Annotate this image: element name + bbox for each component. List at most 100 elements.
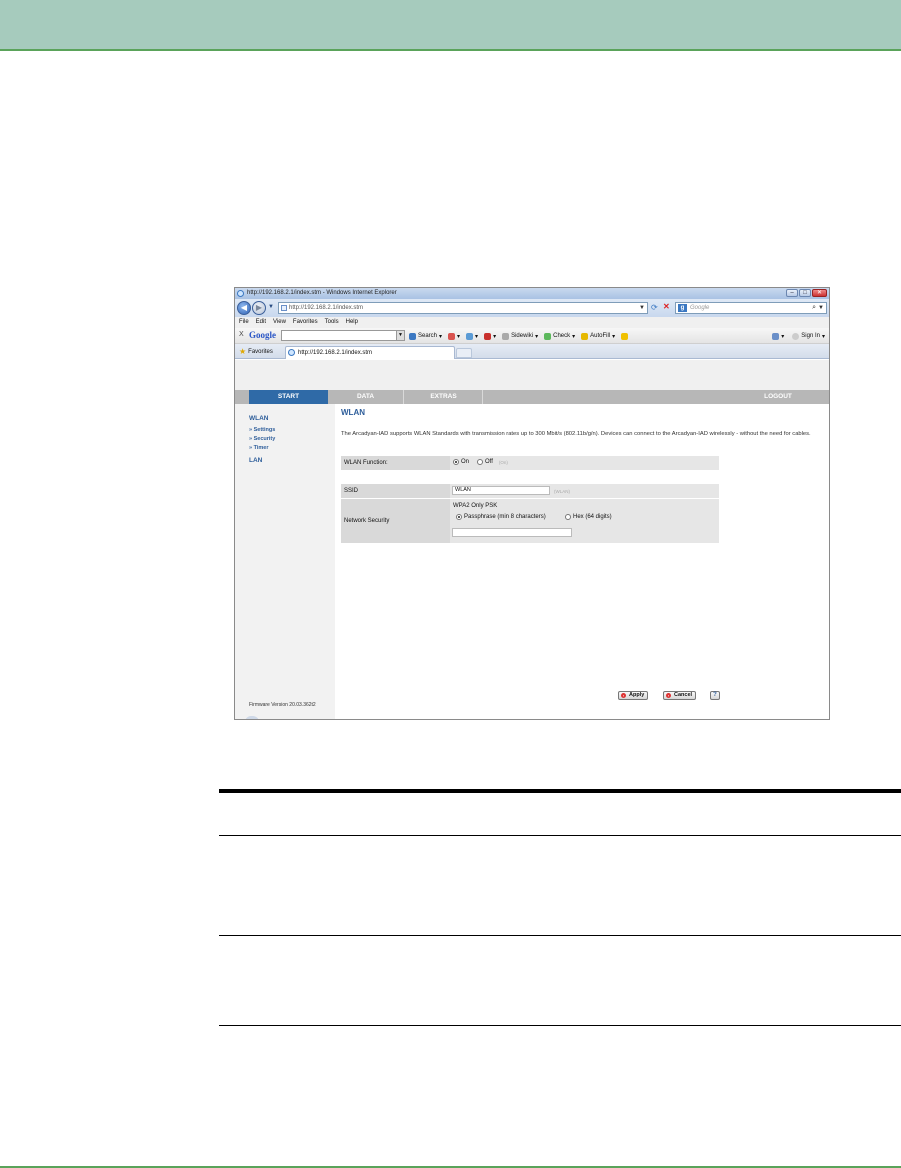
sidebar-item-wlan[interactable]: WLAN	[249, 415, 269, 422]
hex-label: Hex (64 digits)	[573, 514, 612, 520]
passphrase-option[interactable]: Passphrase (min 8 characters)	[456, 514, 546, 520]
page-icon	[281, 305, 287, 311]
google-toolbar-right: ▾ Sign In ▾	[772, 328, 825, 344]
search-icon[interactable]: ⌕	[812, 303, 816, 313]
router-banner	[235, 360, 829, 390]
sidebar-item-settings[interactable]: » Settings	[249, 427, 275, 433]
nav-start[interactable]: START	[249, 390, 328, 404]
apply-button[interactable]: › Apply	[618, 691, 649, 700]
sidebar-item-lan[interactable]: LAN	[249, 457, 262, 464]
minimize-icon[interactable]: –	[786, 289, 798, 297]
nav-data[interactable]: DATA	[328, 390, 404, 404]
browser-screenshot: http://192.168.2.1/index.stm - Windows I…	[234, 287, 830, 720]
page-description: The Arcadyan-IAD supports WLAN Standards…	[341, 431, 811, 437]
page-title: WLAN	[341, 408, 365, 417]
chevron-down-icon: ▾	[439, 333, 443, 340]
window-title: http://192.168.2.1/index.stm - Windows I…	[247, 290, 397, 296]
toolbar-search-button[interactable]: Search ▾	[409, 332, 443, 340]
toolbar-pencil-button[interactable]	[621, 332, 629, 340]
nav-extras[interactable]: EXTRAS	[405, 390, 483, 404]
refresh-icon[interactable]: ⟳	[651, 303, 658, 312]
tab-title: http://192.168.2.1/index.stm	[298, 350, 373, 356]
toolbar-signin-label: Sign In	[801, 333, 820, 339]
wlan-off-option[interactable]: Off (On)	[477, 459, 508, 465]
wlan-on-option[interactable]: On	[453, 459, 469, 465]
router-top-nav: START DATA EXTRAS LOGOUT	[235, 390, 829, 404]
browser-search-input[interactable]: g Google ⌕ ▼	[675, 302, 827, 314]
security-mode: WPA2 Only PSK	[453, 503, 498, 509]
search-dropdown-icon[interactable]: ▼	[818, 303, 824, 313]
document-header-band	[0, 0, 901, 51]
nav-logout[interactable]: LOGOUT	[743, 390, 813, 404]
menu-view[interactable]: View	[273, 317, 286, 328]
wrench-icon	[772, 332, 780, 340]
toolbar-sidewiki-button[interactable]: Sidewiki ▾	[502, 332, 538, 340]
history-dropdown-icon[interactable]: ▼	[268, 304, 274, 310]
table-rule	[219, 1025, 901, 1026]
wlan-off-radio[interactable]	[477, 459, 483, 465]
firmware-version: Firmware Version 20.03.362t2	[249, 702, 316, 708]
maximize-icon[interactable]: □	[799, 289, 811, 297]
ssid-label: SSID	[344, 488, 359, 494]
network-security-value: WPA2 Only PSK Passphrase (min 8 characte…	[450, 499, 719, 543]
sidebar-item-timer[interactable]: » Timer	[249, 445, 268, 451]
toolbar-input-dropdown-icon[interactable]: ▼	[396, 331, 404, 340]
toolbar-signin-button[interactable]: Sign In ▾	[792, 332, 825, 340]
menu-file[interactable]: File	[239, 317, 249, 328]
stop-icon[interactable]: ✕	[663, 302, 670, 311]
close-icon[interactable]: ✕	[812, 289, 827, 297]
ssid-input[interactable]: WLAN	[452, 486, 550, 495]
window-controls: – □ ✕	[786, 289, 827, 297]
menu-help[interactable]: Help	[346, 317, 358, 328]
sidebar-item-security[interactable]: » Security	[249, 436, 275, 442]
wlan-on-radio[interactable]	[453, 459, 459, 465]
tab-index[interactable]: http://192.168.2.1/index.stm	[285, 346, 455, 359]
chevron-down-icon: ▾	[493, 333, 497, 340]
translate-icon	[466, 332, 474, 340]
ssid-row: SSID WLAN (WLAN)	[341, 484, 719, 498]
status-bar-icon	[245, 716, 259, 719]
tab-bar: ★ Favorites http://192.168.2.1/index.stm	[235, 344, 829, 359]
toolbar-close-icon[interactable]: X	[239, 331, 244, 338]
new-tab-button[interactable]	[456, 348, 472, 358]
google-toolbar-input[interactable]: ▼	[281, 330, 405, 341]
ie-page-icon	[288, 349, 295, 356]
apply-label: Apply	[629, 692, 645, 698]
table-rule	[219, 935, 901, 936]
passphrase-radio[interactable]	[456, 514, 462, 520]
network-security-label: Network Security	[344, 518, 390, 524]
cancel-button[interactable]: › Cancel	[663, 691, 697, 700]
chevron-down-icon: ▾	[821, 333, 825, 340]
back-arrow-icon[interactable]: ◀	[237, 301, 251, 315]
address-dropdown-icon[interactable]: ▼	[639, 303, 645, 313]
star-icon: ★	[239, 347, 247, 356]
wlan-function-value: On Off (On)	[450, 456, 719, 470]
window-titlebar: http://192.168.2.1/index.stm - Windows I…	[235, 288, 829, 299]
hex-radio[interactable]	[565, 514, 571, 520]
toolbar-bookmark-button[interactable]: ▾	[484, 332, 497, 340]
toolbar-share-button[interactable]: ▾	[448, 332, 460, 340]
menu-favorites[interactable]: Favorites	[293, 317, 318, 328]
chevron-down-icon: ▾	[781, 333, 785, 340]
toolbar-autofill-label: AutoFill	[590, 333, 611, 339]
forward-arrow-icon[interactable]: ▶	[252, 301, 266, 315]
address-toolbar: ◀ ▶ ▼ http://192.168.2.1/index.stm ▼ ⟳ ✕…	[235, 299, 829, 317]
toolbar-autofill-button[interactable]: AutoFill ▾	[581, 332, 615, 340]
arrow-right-icon: ›	[621, 693, 626, 698]
toolbar-translate-button[interactable]: ▾	[466, 332, 478, 340]
menu-edit[interactable]: Edit	[256, 317, 266, 328]
google-toolbar-items: Search ▾ ▾ ▾ ▾ Sidewiki ▾ Check ▾ AutoFi…	[409, 328, 629, 344]
router-content: WLAN The Arcadyan-IAD supports WLAN Stan…	[341, 404, 827, 719]
toolbar-settings-button[interactable]: ▾	[772, 332, 785, 340]
toolbar-check-label: Check	[553, 333, 571, 339]
menu-tools[interactable]: Tools	[325, 317, 339, 328]
ssid-value: WLAN (WLAN)	[450, 484, 719, 498]
wlan-function-label: WLAN Function:	[344, 460, 388, 466]
passphrase-input[interactable]	[452, 528, 572, 537]
address-bar[interactable]: http://192.168.2.1/index.stm ▼	[278, 302, 648, 314]
favorites-button[interactable]: ★ Favorites	[239, 347, 273, 356]
hex-option[interactable]: Hex (64 digits)	[565, 514, 612, 520]
toolbar-check-button[interactable]: Check ▾	[544, 332, 575, 340]
bookmark-icon	[484, 332, 492, 340]
help-button[interactable]: ?	[710, 691, 720, 700]
